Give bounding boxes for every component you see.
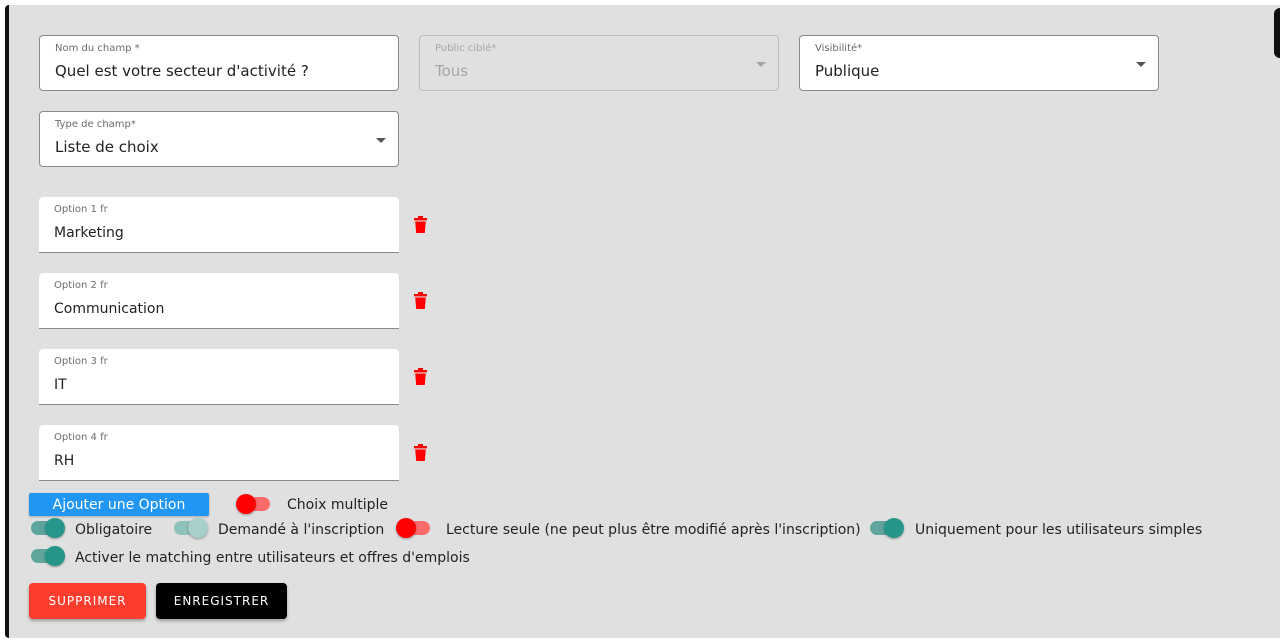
simple-users-toggle[interactable] — [868, 518, 904, 538]
field-name-value: Quel est votre secteur d'activité ? — [55, 62, 309, 80]
signup-toggle[interactable] — [172, 518, 208, 538]
required-toggle[interactable] — [29, 518, 65, 538]
option-value: RH — [54, 453, 75, 469]
trash-icon[interactable] — [414, 368, 427, 385]
audience-value: Tous — [435, 62, 469, 80]
chevron-down-icon — [756, 62, 766, 67]
required-label: Obligatoire — [75, 522, 153, 538]
simple-users-label: Uniquement pour les utilisateurs simples — [915, 522, 1203, 538]
save-button[interactable]: ENREGISTRER — [156, 583, 287, 619]
readonly-label: Lecture seule (ne peut plus être modifié… — [446, 522, 861, 538]
field-type-select[interactable]: Type de champ* Liste de choix — [39, 111, 399, 167]
option-input-2[interactable]: Option 2 fr Communication — [39, 273, 399, 329]
trash-icon[interactable] — [414, 216, 427, 233]
field-type-label: Type de champ* — [55, 119, 136, 130]
visibility-label: Visibilité* — [815, 43, 863, 54]
chevron-down-icon — [376, 138, 386, 143]
field-name-label: Nom du champ * — [55, 43, 140, 54]
multiple-choice-label: Choix multiple — [287, 497, 389, 513]
option-value: Marketing — [54, 225, 124, 241]
signup-label: Demandé à l'inscription — [218, 522, 385, 538]
option-label: Option 1 fr — [54, 204, 108, 215]
field-name-input[interactable]: Nom du champ * Quel est votre secteur d'… — [39, 35, 399, 91]
visibility-value: Publique — [815, 62, 880, 80]
option-value: Communication — [54, 301, 165, 317]
option-label: Option 3 fr — [54, 356, 108, 367]
panel-corner-decoration — [1274, 8, 1280, 58]
option-input-3[interactable]: Option 3 fr IT — [39, 349, 399, 405]
option-label: Option 4 fr — [54, 432, 108, 443]
visibility-select[interactable]: Visibilité* Publique — [799, 35, 1159, 91]
trash-icon[interactable] — [414, 292, 427, 309]
readonly-toggle[interactable] — [396, 518, 432, 538]
delete-button[interactable]: SUPPRIMER — [29, 583, 146, 619]
option-input-1[interactable]: Option 1 fr Marketing — [39, 197, 399, 253]
matching-label: Activer le matching entre utilisateurs e… — [75, 550, 470, 566]
audience-label: Public ciblé* — [435, 43, 497, 54]
option-input-4[interactable]: Option 4 fr RH — [39, 425, 399, 481]
multiple-choice-toggle[interactable] — [236, 494, 272, 514]
chevron-down-icon — [1136, 62, 1146, 67]
option-label: Option 2 fr — [54, 280, 108, 291]
option-value: IT — [54, 377, 67, 393]
matching-toggle[interactable] — [29, 546, 65, 566]
add-option-button[interactable]: Ajouter une Option — [29, 493, 209, 516]
audience-select[interactable]: Public ciblé* Tous — [419, 35, 779, 91]
field-type-value: Liste de choix — [55, 138, 159, 156]
trash-icon[interactable] — [414, 444, 427, 461]
